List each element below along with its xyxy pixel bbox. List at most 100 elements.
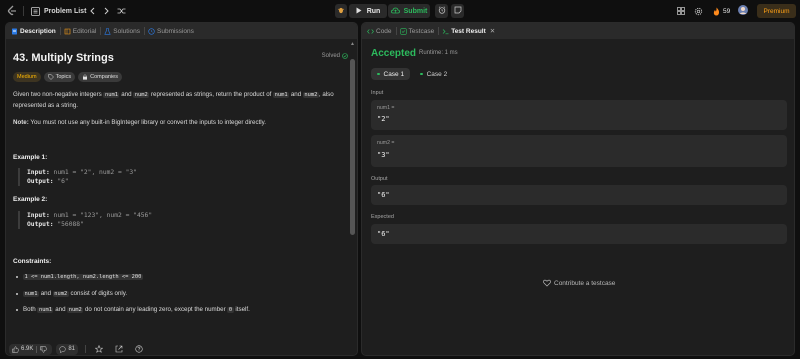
example-1-block: Input: num1 = "2", num2 = "3" Output: "6… — [18, 168, 318, 186]
list-icon — [30, 6, 40, 16]
tab-testcase[interactable]: Testcase — [399, 27, 434, 35]
help-icon[interactable] — [135, 345, 143, 353]
runtime-text: Runtime: 1 ms — [419, 50, 458, 56]
tab-editorial[interactable]: Editorial — [64, 28, 96, 35]
inline-code: num1 — [273, 92, 290, 98]
close-icon[interactable]: ✕ — [490, 27, 495, 35]
leetcode-logo-icon[interactable] — [6, 5, 18, 17]
case-2-label: Case 2 — [426, 70, 448, 78]
tab-code[interactable]: Code — [367, 28, 392, 35]
timer-button[interactable] — [435, 4, 448, 18]
avatar[interactable] — [738, 4, 748, 18]
bullet-dot — [16, 276, 18, 278]
example-2-output-label: Output: — [27, 221, 54, 228]
constraint-text: and — [55, 306, 66, 313]
example-1-output-label: Output: — [27, 178, 54, 185]
companies-label: Companies — [90, 74, 118, 80]
streak-counter[interactable]: 59 — [711, 4, 730, 18]
heart-icon — [543, 279, 551, 287]
check-circle-icon — [342, 53, 348, 59]
star-icon[interactable] — [95, 345, 104, 353]
premium-button[interactable]: Premium — [757, 4, 796, 18]
chevron-left-icon — [88, 6, 98, 16]
example-1-title: Example 1: — [13, 154, 48, 161]
example-1-output: "6" — [57, 178, 69, 185]
constraint-item: 1 <= num1.length, num2.length <= 200 — [16, 274, 143, 280]
comment-icon — [59, 345, 66, 353]
problem-list-button[interactable]: Problem List — [30, 4, 86, 18]
divider — [85, 345, 87, 353]
example-2-input-line: Input: num1 = "123", num2 = "456" — [27, 211, 318, 220]
example-2-input-label: Input: — [27, 212, 50, 219]
problem-list-label: Problem List — [44, 7, 87, 15]
example-2-block: Input: num1 = "123", num2 = "456" Output… — [18, 211, 318, 229]
next-problem-button[interactable] — [101, 4, 111, 18]
note-label: Note: — [13, 119, 29, 126]
inline-code: num1 — [103, 92, 120, 98]
note-icon — [454, 6, 462, 16]
companies-tag[interactable]: Companies — [78, 72, 122, 82]
layout-button[interactable] — [676, 4, 686, 18]
num1-value: "2" — [377, 115, 390, 123]
scrollbar-thumb[interactable] — [350, 59, 355, 235]
contribute-label: Contribute a testcase — [554, 279, 616, 287]
num2-key: num2 = — [377, 140, 395, 146]
num2-value: "3" — [377, 151, 390, 159]
like-button[interactable]: 6.9K — [9, 343, 53, 355]
topics-tag[interactable]: Topics — [43, 72, 76, 82]
inline-code: num1 — [23, 290, 39, 297]
top-bar: Problem List Run Submit 59 Premium — [0, 0, 800, 22]
settings-button[interactable] — [693, 4, 703, 18]
expected-label: Expected — [371, 214, 394, 220]
inline-code: num2 — [302, 92, 319, 98]
tab-description[interactable]: Description — [11, 28, 56, 35]
thumbs-up-icon — [12, 345, 19, 353]
problem-tags: Medium Topics Companies — [13, 72, 125, 82]
bug-icon — [337, 6, 345, 16]
pass-dot — [377, 72, 380, 76]
submit-button[interactable]: Submit — [388, 4, 430, 18]
debug-button[interactable] — [335, 4, 347, 18]
code-icon — [367, 28, 374, 35]
history-icon — [148, 27, 155, 35]
constraint-item: Both num1 and num2 do not contain any le… — [16, 306, 250, 313]
input-label: Input — [371, 90, 384, 96]
share-icon[interactable] — [115, 345, 123, 353]
bullet-dot — [16, 292, 18, 295]
constraint-text: Both — [23, 306, 36, 313]
layout-grid-icon — [676, 6, 686, 16]
run-button[interactable]: Run — [349, 4, 387, 18]
description-footer: 6.9K 81 — [6, 341, 357, 355]
random-problem-button[interactable] — [116, 4, 126, 18]
submit-label: Submit — [403, 7, 428, 15]
prev-problem-button[interactable] — [88, 4, 98, 18]
tab-submissions[interactable]: Submissions — [148, 28, 194, 35]
alarm-clock-icon — [438, 6, 446, 16]
difficulty-badge: Medium — [13, 72, 41, 82]
constraint-text: consist of digits only. — [70, 290, 128, 297]
checkbox-icon — [399, 27, 407, 35]
tab-divider — [438, 27, 440, 35]
example-1-input-label: Input: — [27, 169, 50, 176]
scroll-up-arrow-icon[interactable]: ▲ — [350, 41, 355, 47]
desc-text: represented as strings, return the produ… — [150, 91, 272, 98]
tab-divider — [100, 27, 102, 35]
contribute-testcase-button[interactable]: Contribute a testcase — [543, 279, 615, 287]
book-icon — [64, 28, 71, 35]
like-count: 6.9K — [21, 346, 34, 352]
comments-button[interactable]: 81 — [56, 343, 79, 355]
constraint-text: itself. — [235, 306, 250, 313]
thumbs-down-icon — [40, 345, 48, 353]
case-1-label: Case 1 — [383, 70, 405, 78]
case-1-tab[interactable]: Case 1 — [371, 68, 411, 80]
notes-button[interactable] — [451, 4, 464, 18]
tab-divider — [59, 27, 61, 35]
shuffle-icon — [116, 6, 126, 16]
case-tabs: Case 1 Case 2 — [371, 68, 457, 80]
divider — [36, 345, 38, 353]
example-2-output-line: Output: "56088" — [27, 220, 318, 229]
case-2-tab[interactable]: Case 2 — [414, 68, 453, 80]
tab-test-result[interactable]: Test Result ✕ — [442, 27, 495, 35]
result-panel: Code Testcase Test Result ✕ Accepted Run… — [361, 22, 795, 356]
tab-solutions[interactable]: Solutions — [104, 28, 140, 35]
